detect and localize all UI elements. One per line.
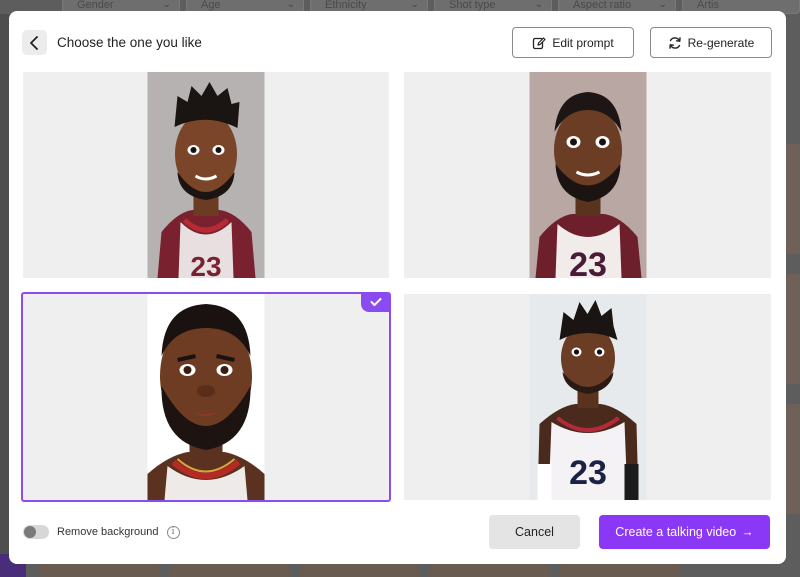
avatar-option-4[interactable]: 23 xyxy=(404,294,771,500)
cancel-button[interactable]: Cancel xyxy=(489,515,580,549)
dialog-header: Choose the one you like Edit prompt Re-g… xyxy=(22,27,772,58)
toggle-knob xyxy=(24,526,36,538)
avatar-image-3 xyxy=(147,294,265,500)
remove-background-label: Remove background xyxy=(57,526,159,538)
info-icon[interactable]: i xyxy=(166,525,180,539)
edit-prompt-label: Edit prompt xyxy=(552,35,614,50)
dialog-title: Choose the one you like xyxy=(57,35,202,50)
create-talking-video-button[interactable]: Create a talking video → xyxy=(599,515,770,549)
header-actions: Edit prompt Re-generate xyxy=(512,27,772,58)
back-button[interactable] xyxy=(22,30,47,55)
create-label: Create a talking video xyxy=(615,525,737,539)
regenerate-label: Re-generate xyxy=(687,35,755,50)
refresh-icon xyxy=(668,36,681,49)
avatar-image-1: 23 xyxy=(147,72,265,278)
remove-background-toggle[interactable] xyxy=(23,525,49,539)
avatar-image-2: 23 xyxy=(529,72,646,278)
svg-text:23: 23 xyxy=(569,454,607,492)
regenerate-button[interactable]: Re-generate xyxy=(650,27,772,58)
edit-icon xyxy=(533,36,546,49)
avatar-option-1[interactable]: 23 xyxy=(23,72,389,278)
selected-check-badge xyxy=(361,294,389,312)
cancel-label: Cancel xyxy=(515,525,554,539)
edit-prompt-button[interactable]: Edit prompt xyxy=(512,27,634,58)
chevron-left-icon xyxy=(29,35,38,50)
background-gallery-bottom xyxy=(40,563,800,577)
avatar-image-4: 23 xyxy=(529,294,646,500)
avatar-option-3-selected[interactable] xyxy=(21,292,391,502)
checkmark-icon xyxy=(370,298,382,306)
dialog-footer: Remove background i Cancel Create a talk… xyxy=(23,515,770,549)
choose-avatar-dialog: Choose the one you like Edit prompt Re-g… xyxy=(9,11,786,564)
avatar-option-2[interactable]: 23 xyxy=(404,72,771,278)
svg-text:23: 23 xyxy=(569,246,607,278)
background-gallery-edge xyxy=(786,14,800,577)
arrow-right-icon: → xyxy=(741,525,754,539)
svg-text:23: 23 xyxy=(190,251,221,278)
